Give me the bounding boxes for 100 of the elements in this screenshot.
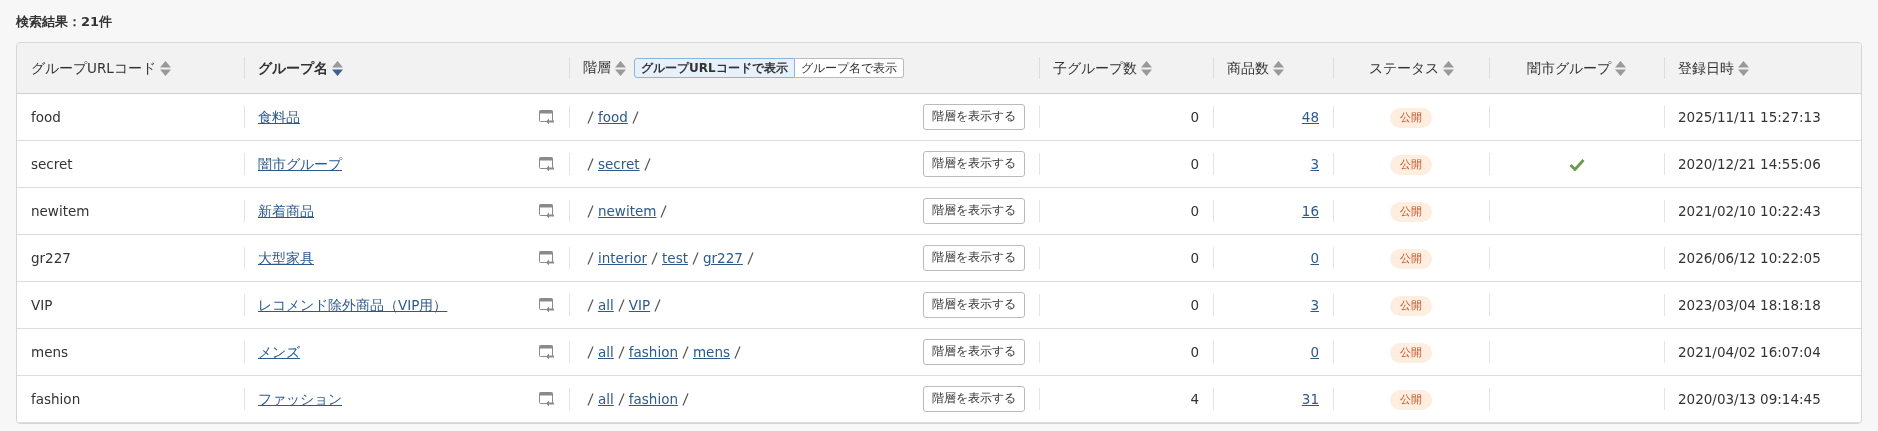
- table-cell: 2026/06/12 10:22:05: [1678, 249, 1821, 266]
- path-link[interactable]: gr227: [702, 247, 743, 269]
- table-cell: 2021/04/02 16:07:04: [1678, 343, 1821, 360]
- path-link[interactable]: all: [598, 388, 614, 410]
- path-separator-icon: [746, 251, 754, 265]
- product-count-link[interactable]: 16: [1301, 202, 1319, 219]
- product-count-link[interactable]: 0: [1310, 249, 1319, 266]
- path-link[interactable]: fashion: [628, 388, 678, 410]
- product-count-link[interactable]: 3: [1310, 155, 1319, 172]
- status-badge: 公開: [1390, 389, 1432, 411]
- sort-icon[interactable]: [1442, 61, 1454, 77]
- table-cell: gr227: [31, 249, 71, 266]
- path-separator-icon: [681, 345, 689, 359]
- group-name-link[interactable]: 食料品: [258, 108, 300, 125]
- column-header[interactable]: 階層: [583, 59, 611, 76]
- column-header[interactable]: グループURLコード: [31, 59, 156, 76]
- path-separator-icon: [587, 251, 594, 265]
- path-separator-icon: [691, 251, 699, 265]
- sort-icon[interactable]: [1738, 61, 1749, 77]
- table-cell: 0: [1190, 249, 1199, 266]
- show-hierarchy-button[interactable]: 階層を表示する: [923, 151, 1025, 177]
- table-cell: food: [31, 108, 61, 125]
- path-link[interactable]: mens: [692, 341, 730, 363]
- sort-icon[interactable]: [1615, 61, 1626, 77]
- group-name-link[interactable]: 闇市グループ: [258, 155, 342, 172]
- path-separator-icon: [587, 298, 594, 312]
- product-count-link[interactable]: 0: [1310, 343, 1319, 360]
- table-cell: 2020/12/21 14:55:06: [1678, 155, 1821, 172]
- result-count: 検索結果：21件: [16, 13, 114, 31]
- show-hierarchy-button[interactable]: 階層を表示する: [923, 339, 1025, 365]
- path-separator-icon: [617, 298, 625, 312]
- group-name-link[interactable]: レコメンド除外商品（VIP用）: [258, 296, 448, 313]
- column-header[interactable]: グループ名: [258, 59, 328, 76]
- path-link[interactable]: test: [662, 247, 688, 269]
- status-badge: 公開: [1390, 295, 1432, 317]
- product-count-link[interactable]: 31: [1301, 390, 1319, 407]
- path-separator-icon: [631, 110, 639, 124]
- status-badge: 公開: [1390, 248, 1432, 270]
- table-cell: 2025/11/11 15:27:13: [1678, 108, 1821, 125]
- table-cell: 0: [1190, 155, 1199, 172]
- path-link[interactable]: all: [598, 294, 614, 316]
- column-header[interactable]: 子グループ数: [1053, 59, 1137, 76]
- path-separator-icon: [660, 204, 668, 218]
- path-separator-icon: [617, 345, 625, 359]
- table-cell: 0: [1190, 202, 1199, 219]
- path-separator-icon: [587, 157, 594, 171]
- status-badge: 公開: [1390, 154, 1432, 176]
- path-separator-icon: [654, 298, 662, 312]
- table-cell: mens: [31, 343, 69, 360]
- table-cell: VIP: [31, 296, 53, 313]
- column-header[interactable]: 登録日時: [1678, 59, 1734, 76]
- path-link[interactable]: newitem: [598, 200, 657, 222]
- product-count-link[interactable]: 3: [1310, 296, 1319, 313]
- path-link[interactable]: all: [598, 341, 614, 363]
- table-cell: 0: [1190, 343, 1199, 360]
- path-link[interactable]: secret: [598, 153, 640, 175]
- path-separator-icon: [587, 392, 594, 406]
- show-hierarchy-button[interactable]: 階層を表示する: [923, 245, 1025, 271]
- view-toggle-button[interactable]: グループURLコードで表示: [634, 58, 795, 79]
- group-name-link[interactable]: 新着商品: [258, 202, 314, 219]
- column-header[interactable]: ステータス: [1368, 59, 1439, 76]
- group-name-link[interactable]: 大型家具: [258, 249, 314, 266]
- path-separator-icon: [587, 110, 594, 124]
- sort-icon[interactable]: [1273, 61, 1284, 77]
- table-cell: secret: [31, 155, 73, 172]
- sort-icon[interactable]: [615, 60, 626, 76]
- show-hierarchy-button[interactable]: 階層を表示する: [923, 386, 1025, 412]
- table-cell: 2020/03/13 09:14:45: [1678, 390, 1821, 407]
- path-separator-icon: [681, 392, 689, 406]
- column-header[interactable]: 商品数: [1227, 59, 1269, 76]
- status-badge: 公開: [1390, 201, 1432, 223]
- path-link[interactable]: VIP: [628, 294, 651, 316]
- show-hierarchy-button[interactable]: 階層を表示する: [923, 292, 1025, 318]
- view-toggle-button[interactable]: グループ名で表示: [794, 58, 904, 79]
- table-cell: fashion: [31, 390, 81, 407]
- column-header[interactable]: 闇市グループ: [1527, 59, 1611, 76]
- group-name-link[interactable]: ファッション: [258, 390, 342, 407]
- table-cell: newitem: [31, 202, 90, 219]
- path-separator-icon: [734, 345, 741, 359]
- product-count-link[interactable]: 48: [1301, 108, 1319, 125]
- path-link[interactable]: interior: [598, 247, 648, 269]
- status-badge: 公開: [1390, 107, 1432, 129]
- table-cell: 0: [1190, 296, 1199, 313]
- sort-icon[interactable]: [332, 61, 343, 77]
- status-badge: 公開: [1390, 342, 1432, 364]
- path-separator-icon: [587, 345, 594, 359]
- table-cell: 2021/02/10 10:22:43: [1678, 202, 1821, 219]
- show-hierarchy-button[interactable]: 階層を表示する: [923, 198, 1025, 224]
- path-link[interactable]: fashion: [628, 341, 678, 363]
- table-cell: 4: [1190, 390, 1199, 407]
- path-separator-icon: [587, 204, 594, 218]
- table-cell: 2023/03/04 18:18:18: [1678, 296, 1821, 313]
- sort-icon[interactable]: [159, 61, 171, 77]
- path-link[interactable]: food: [598, 106, 628, 128]
- show-hierarchy-button[interactable]: 階層を表示する: [923, 104, 1025, 130]
- table-cell: 0: [1190, 108, 1199, 125]
- group-name-link[interactable]: メンズ: [258, 343, 300, 360]
- sort-icon[interactable]: [1141, 61, 1152, 77]
- path-separator-icon: [617, 392, 625, 406]
- path-separator-icon: [643, 157, 651, 171]
